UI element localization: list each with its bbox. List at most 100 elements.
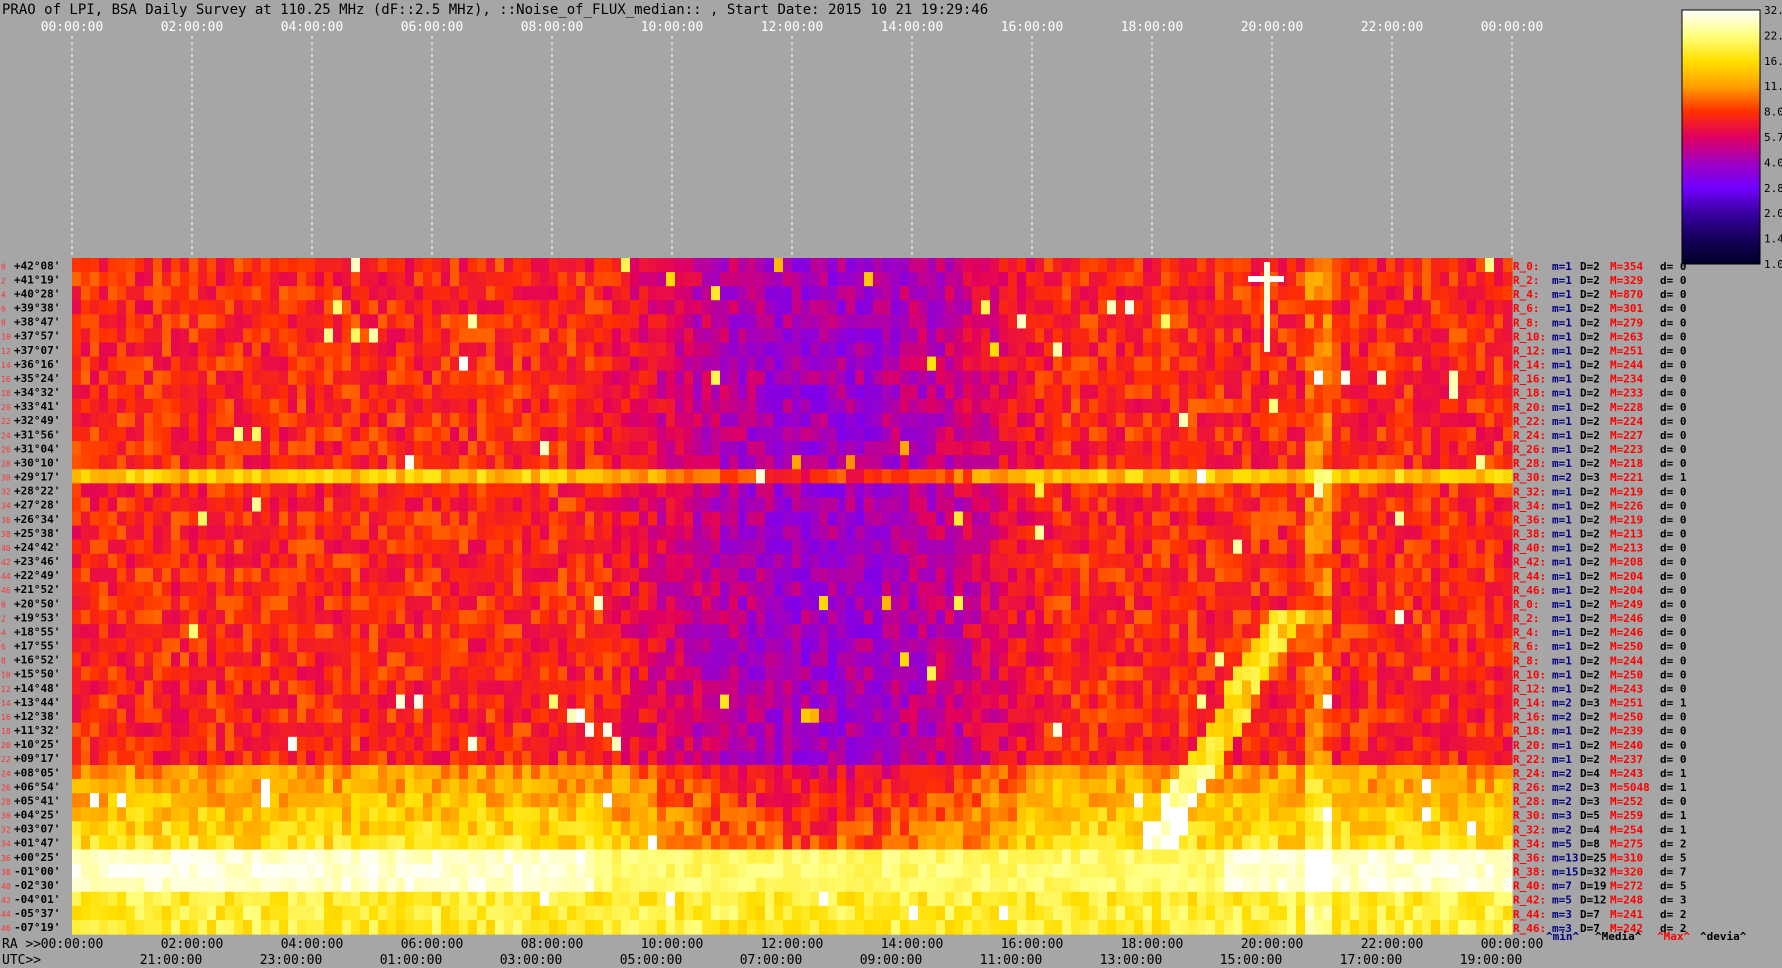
heatmap-cell	[1053, 272, 1063, 287]
heatmap-cell	[1368, 328, 1378, 344]
heatmap-cell	[657, 553, 667, 569]
heatmap-cell	[819, 581, 829, 597]
heatmap-cell	[1458, 384, 1468, 400]
heatmap-cell	[1359, 581, 1369, 597]
heatmap-cell	[441, 483, 451, 499]
heatmap-cell	[360, 384, 370, 400]
heatmap-cell	[657, 356, 667, 372]
heatmap-cell	[738, 328, 748, 344]
heatmap-cell	[1494, 370, 1504, 386]
heatmap-cell	[585, 286, 595, 301]
heatmap-cell	[990, 539, 1000, 555]
heatmap-cell	[765, 258, 775, 273]
heatmap-cell	[900, 469, 910, 484]
heatmap-cell	[774, 525, 784, 541]
heatmap-cell	[981, 300, 991, 315]
heatmap-cell	[531, 469, 541, 484]
heatmap-cell	[594, 610, 604, 625]
heatmap-cell	[675, 581, 685, 597]
heatmap-cell	[396, 638, 406, 653]
heatmap-cell	[1323, 412, 1333, 428]
heatmap-cell	[1350, 652, 1360, 668]
heatmap-cell	[180, 539, 190, 555]
heatmap-cell	[180, 370, 190, 386]
heatmap-cell	[639, 666, 649, 682]
heatmap-cell	[189, 511, 199, 527]
heatmap-cell	[1071, 314, 1081, 330]
heatmap-cell	[729, 455, 739, 470]
heatmap-cell	[513, 455, 523, 470]
heatmap-cell	[1350, 567, 1360, 583]
heatmap-cell	[1440, 412, 1450, 428]
heatmap-cell	[1287, 272, 1297, 287]
heatmap-cell	[1107, 384, 1117, 400]
heatmap-cell	[1224, 483, 1234, 499]
heatmap-cell	[549, 370, 559, 386]
heatmap-cell	[1170, 300, 1180, 315]
heatmap-cell	[612, 412, 622, 428]
heatmap-cell	[927, 511, 937, 527]
heatmap-cell	[1098, 455, 1108, 470]
heatmap-cell	[1503, 553, 1513, 569]
heatmap-cell	[765, 553, 775, 569]
heatmap-cell	[333, 300, 343, 315]
heatmap-cell	[1152, 356, 1162, 372]
heatmap-cell	[1494, 427, 1504, 442]
heatmap-cell	[693, 300, 703, 315]
heatmap-cell	[99, 610, 109, 625]
heatmap-cell	[621, 356, 631, 372]
heatmap-cell	[207, 638, 217, 653]
heatmap-cell	[621, 300, 631, 315]
heatmap-cell	[810, 483, 820, 499]
heatmap-cell	[684, 286, 694, 301]
heatmap-cell	[234, 680, 244, 696]
heatmap-cell	[243, 384, 253, 400]
heatmap-cell	[378, 342, 388, 358]
heatmap-cell	[72, 511, 82, 527]
heatmap-cell	[297, 652, 307, 668]
heatmap-cell	[693, 441, 703, 456]
heatmap-cell	[117, 398, 127, 414]
heatmap-cell	[972, 300, 982, 315]
heatmap-cell	[1323, 596, 1333, 611]
heatmap-cell	[1197, 258, 1207, 273]
heatmap-cell	[1305, 497, 1315, 513]
heatmap-cell	[594, 581, 604, 597]
heatmap-cell	[1089, 624, 1099, 639]
heatmap-cell	[1359, 398, 1369, 414]
heatmap-cell	[396, 497, 406, 513]
heatmap-cell	[279, 412, 289, 428]
heatmap-cell	[324, 300, 334, 315]
heatmap-cell	[828, 412, 838, 428]
heatmap-cell	[1269, 356, 1279, 372]
heatmap-cell	[999, 455, 1009, 470]
heatmap-cell	[1422, 680, 1432, 696]
heatmap-cell	[225, 412, 235, 428]
heatmap-cell	[216, 384, 226, 400]
heatmap-cell	[261, 455, 271, 470]
heatmap-cell	[1161, 427, 1171, 442]
heatmap-cell	[342, 638, 352, 653]
heatmap-cell	[459, 567, 469, 583]
heatmap-cell	[963, 680, 973, 696]
heatmap-cell	[1368, 412, 1378, 428]
heatmap-cell	[1422, 567, 1432, 583]
heatmap-cell	[1440, 652, 1450, 668]
heatmap-cell	[90, 694, 100, 710]
heatmap-cell	[891, 427, 901, 442]
heatmap-cell	[918, 384, 928, 400]
heatmap-cell	[1458, 483, 1468, 499]
heatmap-cell	[531, 370, 541, 386]
heatmap-cell	[405, 596, 415, 611]
heatmap-cell	[216, 680, 226, 696]
heatmap-cell	[1152, 455, 1162, 470]
heatmap-cell	[459, 553, 469, 569]
heatmap-cell	[936, 483, 946, 499]
heatmap-cell	[387, 370, 397, 386]
heatmap-cell	[1485, 300, 1495, 315]
heatmap-cell	[1449, 567, 1459, 583]
heatmap-cell	[846, 666, 856, 682]
heatmap-cell	[459, 356, 469, 372]
heatmap-cell	[594, 412, 604, 428]
heatmap-cell	[288, 384, 298, 400]
